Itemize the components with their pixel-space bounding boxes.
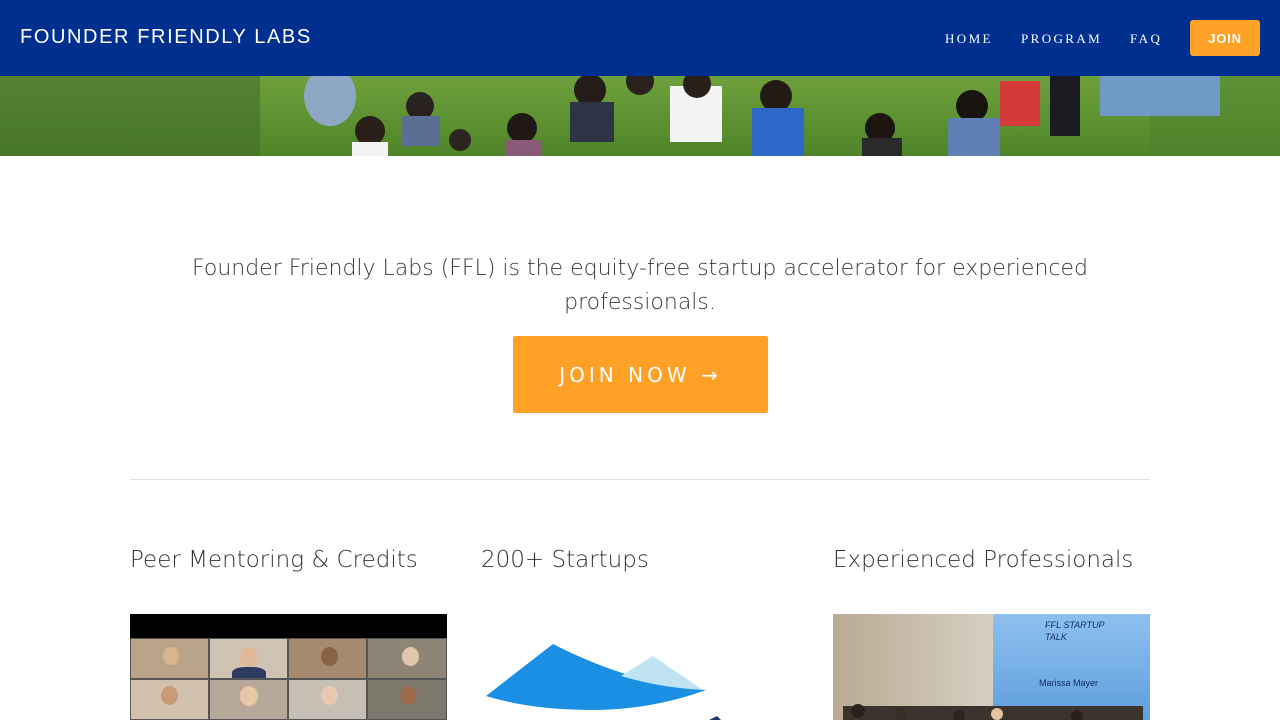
wave-logo-icon — [486, 644, 721, 720]
join-button[interactable]: JOIN — [1190, 20, 1260, 56]
top-navbar: FOUNDER FRIENDLY LABS HOME PROGRAM FAQ J… — [0, 0, 1280, 76]
hero-group-photo — [0, 76, 1280, 156]
intro-tagline: Founder Friendly Labs (FFL) is the equit… — [192, 256, 1088, 315]
section-divider — [130, 479, 1150, 480]
feature-title-experienced-professionals: Experienced Professionals — [833, 547, 1134, 573]
nav-program-link[interactable]: PROGRAM — [1021, 31, 1102, 47]
feature-title-startups: 200+ Startups — [481, 547, 649, 573]
join-now-button[interactable]: JOIN NOW → — [513, 336, 768, 413]
talk-slide-line1: FFL STARTUP — [1045, 620, 1105, 630]
feature-title-peer-mentoring: Peer Mentoring & Credits — [130, 547, 418, 573]
presentation-screen: FFL STARTUP TALK Marissa Mayer — [993, 614, 1150, 720]
hero-photo-illustration — [0, 76, 1280, 156]
brand-logo-text[interactable]: FOUNDER FRIENDLY LABS — [20, 26, 312, 49]
talk-slide-speaker: Marissa Mayer — [1039, 678, 1099, 688]
talk-slide-line2: TALK — [1045, 632, 1067, 642]
startup-talk-photo: FFL STARTUP TALK Marissa Mayer — [833, 614, 1150, 720]
nav-home-link[interactable]: HOME — [945, 31, 993, 47]
ffl-wave-logo-image — [481, 614, 798, 720]
video-call-grid-image — [130, 614, 447, 720]
nav-faq-link[interactable]: FAQ — [1130, 31, 1162, 47]
